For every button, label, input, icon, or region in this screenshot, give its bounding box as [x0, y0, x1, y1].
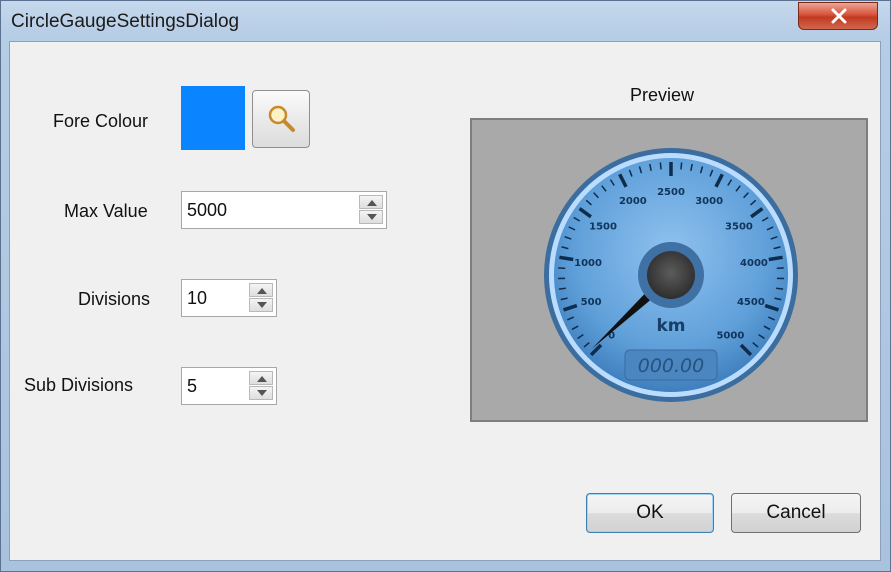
- title-bar[interactable]: CircleGaugeSettingsDialog: [1, 1, 890, 41]
- magnifier-icon: [268, 105, 295, 132]
- max-value-input[interactable]: 5000: [187, 200, 227, 221]
- gauge-minor-tick: [680, 162, 683, 170]
- gauge-tick-label: 1000: [574, 258, 602, 269]
- close-button[interactable]: [798, 2, 878, 30]
- arrow-down-icon: [367, 214, 377, 220]
- gauge-minor-tick: [558, 287, 566, 290]
- gauge-tick-label: 5000: [716, 330, 744, 341]
- arrow-down-icon: [257, 390, 267, 396]
- cancel-button[interactable]: Cancel: [731, 493, 861, 533]
- max-value-up-button[interactable]: [359, 195, 383, 209]
- arrow-up-icon: [257, 288, 267, 294]
- odometer-value: 000.00: [638, 355, 704, 377]
- preview-title: Preview: [630, 85, 695, 105]
- arrow-up-icon: [257, 376, 267, 382]
- gauge-tick-label: 4500: [737, 297, 765, 308]
- gauge-major-tick: [559, 255, 574, 262]
- divisions-input[interactable]: 10: [187, 288, 207, 309]
- gauge-unit: km: [656, 316, 685, 336]
- divisions-spinner[interactable]: 10: [181, 279, 277, 317]
- close-icon: [831, 8, 847, 24]
- arrow-up-icon: [367, 200, 377, 206]
- sub-divisions-label: Sub Divisions: [24, 375, 134, 395]
- sub-divisions-up-button[interactable]: [249, 371, 273, 385]
- gauge-preview-panel: 0 500 1000 1500 2000 2500 3000 3500 4000 4500 5000…: [470, 118, 868, 422]
- gauge-tick-label: 500: [581, 297, 602, 308]
- gauge-tick-label: 2500: [657, 187, 685, 198]
- divisions-down-button[interactable]: [249, 298, 273, 312]
- gauge-minor-tick: [659, 162, 662, 170]
- arrow-down-icon: [257, 302, 267, 308]
- sub-divisions-down-button[interactable]: [249, 386, 273, 400]
- dialog-window: CircleGaugeSettingsDialog Fore Colour Ma…: [0, 0, 891, 572]
- divisions-up-button[interactable]: [249, 283, 273, 297]
- ok-button[interactable]: OK: [586, 493, 714, 533]
- gauge-major-tick: [768, 255, 783, 262]
- fore-colour-swatch: [181, 86, 245, 150]
- max-value-down-button[interactable]: [359, 210, 383, 224]
- sub-divisions-spinner[interactable]: 5: [181, 367, 277, 405]
- sub-divisions-input[interactable]: 5: [187, 376, 197, 397]
- gauge-hub: [647, 251, 695, 299]
- max-value-label: Max Value: [64, 201, 148, 221]
- gauge-tick-label: 3500: [725, 222, 753, 233]
- gauge-tick-label: 2000: [619, 196, 647, 207]
- dialog-client-area: Fore Colour Max Value 5000 Divisions 10 …: [9, 41, 881, 561]
- window-title: CircleGaugeSettingsDialog: [11, 11, 240, 32]
- fore-colour-label: Fore Colour: [53, 111, 149, 131]
- gauge-tick-label: 3000: [695, 196, 723, 207]
- gauge-tick-label: 1500: [589, 222, 617, 233]
- gauge-tick-label: 4000: [740, 258, 768, 269]
- gauge-minor-tick: [776, 287, 784, 290]
- divisions-label: Divisions: [78, 289, 151, 309]
- pick-colour-button[interactable]: [252, 90, 310, 148]
- max-value-spinner[interactable]: 5000: [181, 191, 387, 229]
- circle-gauge: 0500100015002000250030003500400045005000…: [544, 148, 798, 402]
